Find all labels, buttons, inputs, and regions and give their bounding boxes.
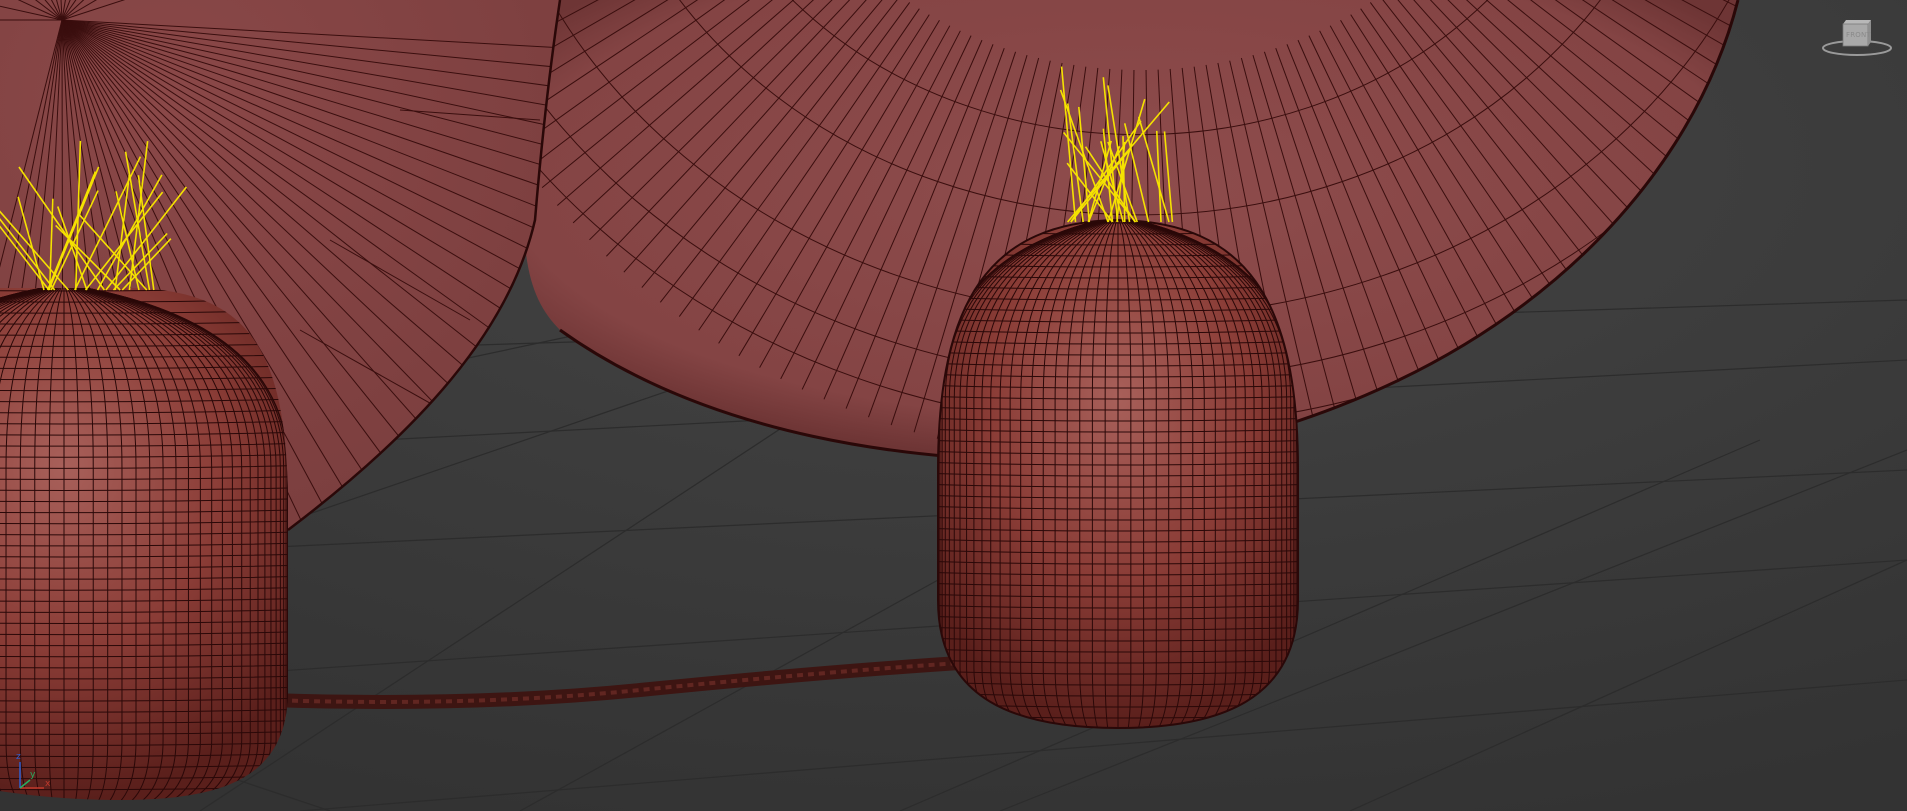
- axis-y-label: y: [30, 770, 36, 780]
- axis-x-label: x: [45, 779, 51, 789]
- left-capsule[interactable]: [0, 288, 308, 811]
- viewcube-face-label: FRONT: [1846, 31, 1871, 39]
- axis-z-label: z: [16, 752, 21, 762]
- right-capsule[interactable]: [918, 218, 1318, 751]
- 3d-viewport[interactable]: FRONT x y z: [0, 0, 1907, 811]
